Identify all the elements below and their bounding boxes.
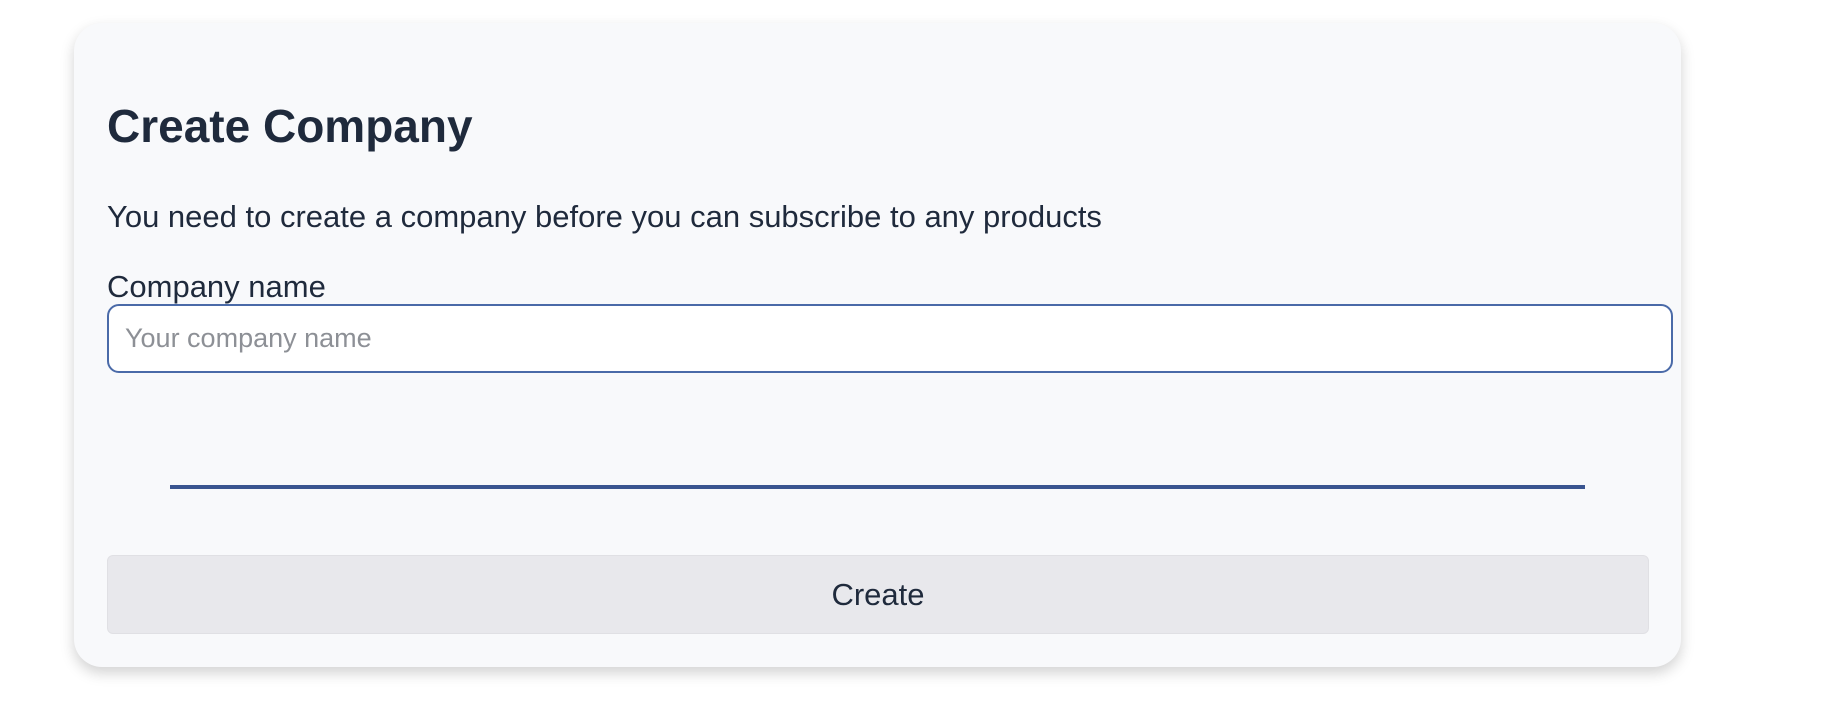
divider-line <box>170 485 1585 489</box>
create-button[interactable]: Create <box>107 555 1649 634</box>
create-company-card: Create Company You need to create a comp… <box>74 23 1681 667</box>
company-name-label: Company name <box>107 269 326 304</box>
page-title: Create Company <box>107 100 473 152</box>
description-text: You need to create a company before you … <box>107 199 1102 234</box>
company-name-input[interactable] <box>107 304 1673 373</box>
